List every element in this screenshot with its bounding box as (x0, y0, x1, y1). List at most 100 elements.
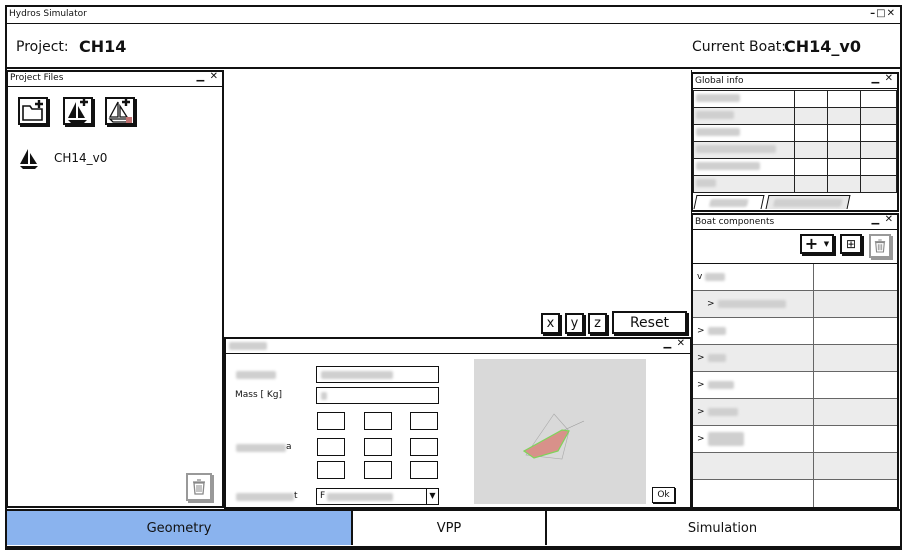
ok-label: Ok (657, 490, 670, 500)
plus-box-icon: ⊞ (845, 237, 857, 251)
inertia-cell[interactable] (364, 438, 392, 456)
component-name-value (705, 273, 726, 281)
component-value (814, 291, 897, 317)
global-info-tab-1-label (708, 199, 749, 207)
tab-geometry[interactable]: Geometry (7, 511, 353, 545)
inertia-label (236, 444, 286, 452)
component-name-value (707, 432, 744, 446)
component-name-value (707, 354, 726, 362)
axis-z-label: z (594, 316, 601, 331)
list-item[interactable]: > (693, 318, 897, 345)
global-info-titlebar: Global info ▁ ✕ (693, 73, 897, 89)
add-boat-icon (68, 98, 88, 123)
project-file-item[interactable]: CH14_v0 (16, 146, 156, 170)
list-item[interactable]: > (693, 345, 897, 372)
axis-y-button[interactable]: y (565, 313, 584, 334)
import-boat-button[interactable] (105, 97, 135, 125)
component-name-value (707, 381, 734, 389)
mass-value (321, 392, 327, 400)
component-value (814, 372, 897, 398)
list-item[interactable]: > (693, 426, 897, 453)
component-name-value (717, 300, 786, 308)
global-info-title: Global info (695, 76, 744, 86)
properties-controls[interactable]: ▁ ✕ (663, 338, 686, 349)
mass-label: Mass [ Kg] (235, 390, 283, 400)
mass-field[interactable] (316, 387, 439, 404)
global-info-cell (696, 128, 740, 136)
chevron-down-icon: ▼ (823, 240, 830, 248)
inertia-cell[interactable] (317, 461, 345, 479)
inertia-cell[interactable] (410, 461, 438, 479)
component-name: > (693, 399, 814, 425)
global-info-panel: Global info ▁ ✕ (691, 72, 899, 212)
project-files-title: Project Files (10, 73, 64, 83)
inertia-label-tail: a (286, 442, 292, 452)
reset-view-button[interactable]: Reset (612, 311, 687, 334)
delete-component-button[interactable] (869, 234, 891, 258)
component-value (814, 426, 897, 452)
window-controls[interactable]: –□✕ (870, 8, 896, 19)
list-item[interactable]: v (693, 264, 897, 291)
tab-vpp[interactable]: VPP (353, 511, 547, 545)
list-item (693, 453, 897, 480)
reference-point-select[interactable]: F ▼ (316, 488, 439, 505)
current-boat-value: CH14_v0 (784, 37, 861, 56)
global-info-controls[interactable]: ▁ ✕ (871, 73, 894, 84)
boat-components-title: Boat components (695, 217, 775, 227)
boat-components-panel: Boat components ▁ ✕ + ▼ ⊞ v > > > > > > (691, 213, 899, 509)
boat-components-titlebar: Boat components ▁ ✕ (693, 214, 897, 230)
components-tree: v > > > > > > (693, 263, 897, 507)
delete-file-button[interactable] (186, 473, 212, 501)
inertia-cell[interactable] (317, 412, 345, 430)
add-subcomponent-button[interactable]: ⊞ (840, 234, 862, 254)
component-name: > (693, 372, 814, 398)
new-folder-button[interactable] (18, 97, 48, 125)
list-item[interactable]: > (693, 372, 897, 399)
viewport-area[interactable] (224, 70, 692, 338)
global-info-tab-2[interactable] (765, 195, 851, 209)
chevron-down-icon: ▼ (426, 488, 438, 504)
add-component-dropdown[interactable]: + ▼ (800, 234, 834, 254)
project-files-panel: Project Files ▁ ✕ CH14_v0 (6, 70, 224, 508)
tab-geometry-label: Geometry (146, 520, 212, 536)
global-info-tab-2-label (772, 199, 843, 207)
boat-components-controls[interactable]: ▁ ✕ (871, 214, 894, 225)
global-info-cell (696, 94, 740, 102)
inertia-cell[interactable] (317, 438, 345, 456)
global-info-tab-1[interactable] (693, 195, 765, 209)
inertia-cell[interactable] (410, 438, 438, 456)
ok-button[interactable]: Ok (652, 487, 675, 503)
inertia-cell[interactable] (364, 412, 392, 430)
component-name: v (693, 264, 814, 290)
properties-titlebar: ▁ ✕ (226, 338, 690, 354)
list-item[interactable]: > (693, 291, 897, 318)
reference-point-select-initial: F (320, 491, 326, 501)
component-name-value (707, 327, 726, 335)
inertia-cell[interactable] (364, 461, 392, 479)
trash-icon (193, 479, 205, 495)
list-item[interactable]: > (693, 399, 897, 426)
project-files-controls[interactable]: ▁ ✕ (196, 71, 219, 82)
axis-x-button[interactable]: x (541, 313, 560, 334)
tab-simulation-label: Simulation (687, 520, 758, 536)
axis-z-button[interactable]: z (588, 313, 607, 334)
reset-label: Reset (629, 314, 670, 331)
global-info-cell (696, 111, 734, 119)
component-value (814, 318, 897, 344)
new-boat-button[interactable] (63, 97, 93, 125)
project-files-titlebar: Project Files ▁ ✕ (8, 71, 222, 87)
global-info-table (693, 90, 897, 193)
current-boat-label: Current Boat: (692, 39, 786, 55)
component-preview[interactable] (474, 359, 646, 504)
tab-simulation[interactable]: Simulation (547, 511, 898, 545)
component-value (814, 345, 897, 371)
component-name: > (693, 318, 814, 344)
property-name-value (321, 371, 393, 379)
component-name (693, 480, 814, 507)
window-title: Hydros Simulator (9, 9, 87, 19)
property-name-field[interactable] (316, 366, 439, 383)
inertia-cell[interactable] (410, 412, 438, 430)
project-file-label: CH14_v0 (54, 151, 108, 165)
project-label: Project: (16, 39, 69, 55)
tab-vpp-label: VPP (436, 520, 462, 536)
